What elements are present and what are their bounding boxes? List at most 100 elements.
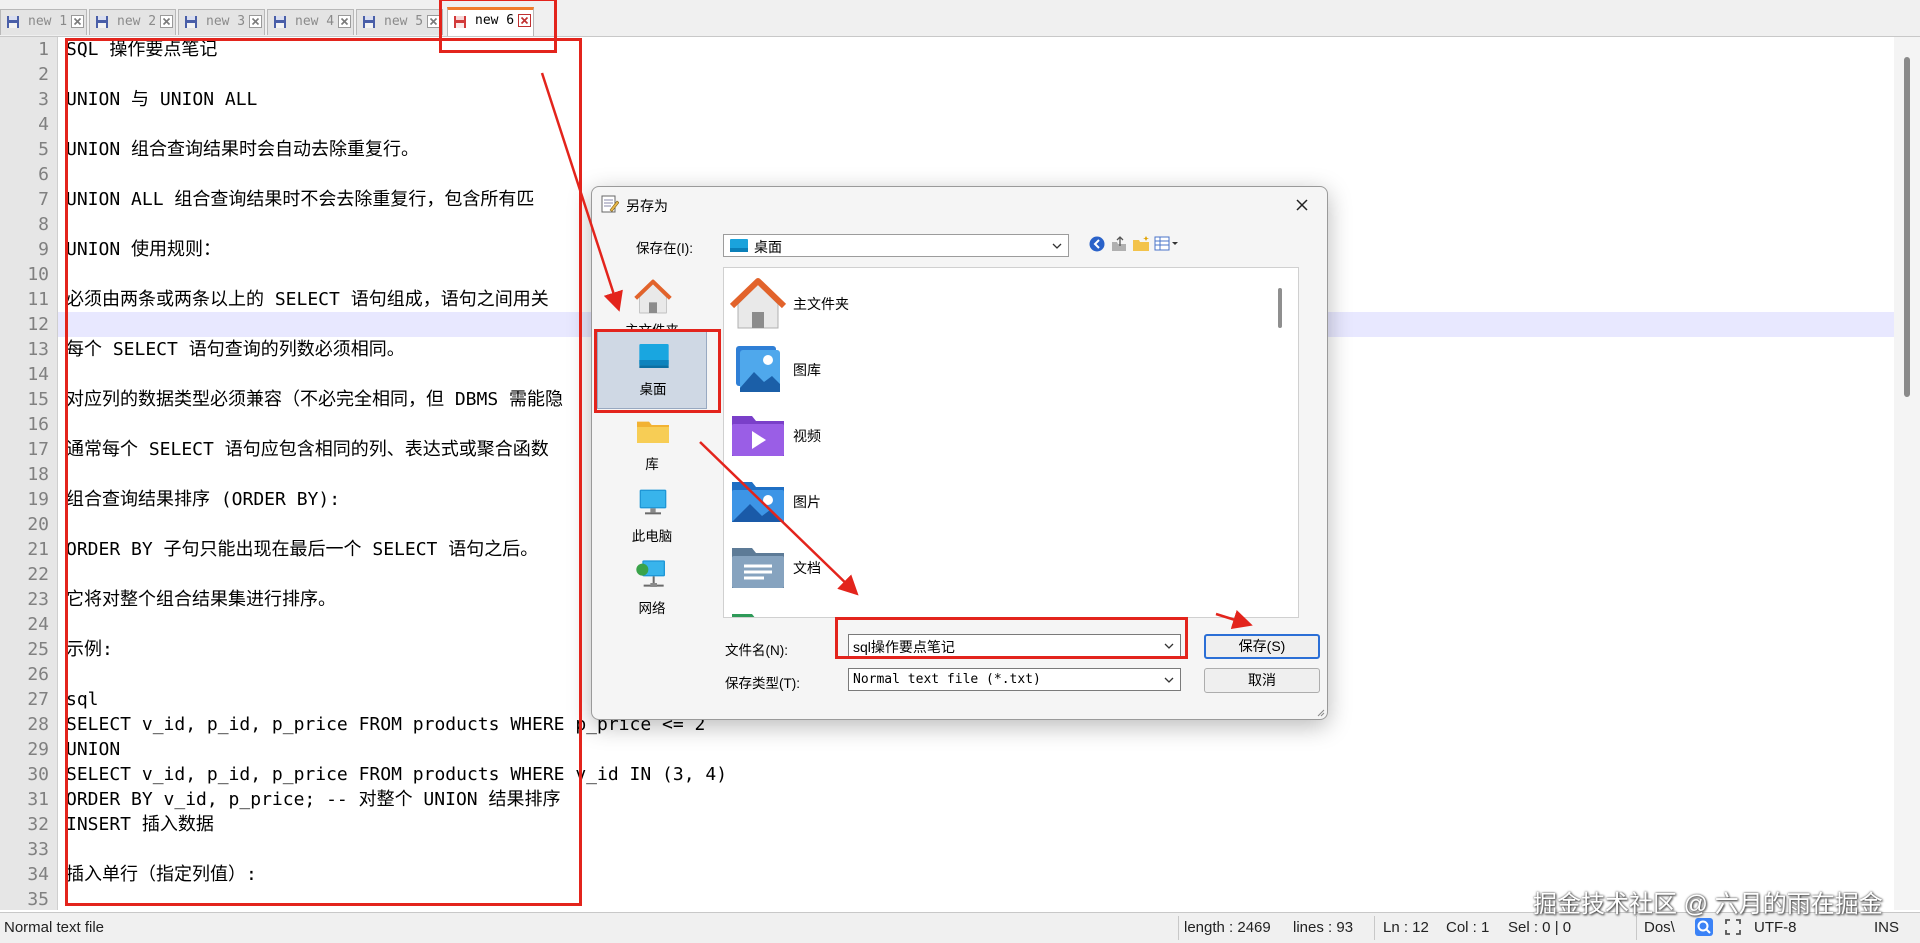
tab-label: new 3 — [206, 14, 246, 29]
line-number: 14 — [27, 364, 49, 385]
tab-new-5[interactable]: new 5 — [356, 9, 443, 35]
text-line[interactable]: UNION 组合查询结果时会自动去除重复行。 — [66, 137, 419, 162]
line-number: 25 — [27, 639, 49, 660]
text-line[interactable]: UNION ALL 组合查询结果时不会去除重复行，包含所有匹 — [66, 187, 534, 212]
file-label: 图片 — [793, 494, 821, 510]
text-line[interactable]: UNION — [66, 737, 120, 762]
back-icon[interactable] — [1088, 235, 1106, 253]
tab-new-3[interactable]: new 3 — [178, 9, 265, 35]
line-number: 10 — [27, 264, 49, 285]
file-label: 主文件夹 — [793, 296, 849, 312]
new-folder-icon[interactable] — [1132, 235, 1150, 253]
line-number: 20 — [27, 514, 49, 535]
file-list-item-partial[interactable] — [728, 604, 928, 617]
save-button[interactable]: 保存(S) — [1204, 634, 1320, 659]
line-number: 4 — [38, 114, 49, 135]
close-icon[interactable] — [1289, 192, 1315, 218]
library-folder-icon — [633, 411, 673, 451]
tab-new-2[interactable]: new 2 — [89, 9, 176, 35]
desktop-icon — [634, 336, 674, 376]
file-list-item[interactable]: 图库 — [728, 340, 928, 402]
cancel-button[interactable]: 取消 — [1204, 668, 1320, 693]
file-list-item[interactable]: 视频 — [728, 406, 928, 468]
file-list[interactable]: 主文件夹图库视频图片文档 — [723, 267, 1299, 618]
close-icon[interactable] — [160, 15, 173, 28]
status-encoding[interactable]: UTF-8 — [1754, 919, 1797, 936]
text-line[interactable]: SQL 操作要点笔记 — [66, 37, 217, 62]
close-icon[interactable] — [249, 15, 262, 28]
place-item[interactable]: 此电脑 — [597, 479, 707, 549]
file-label: 视频 — [793, 428, 821, 444]
file-list-item[interactable]: 图片 — [728, 472, 928, 534]
place-item[interactable]: 桌面 — [597, 331, 707, 409]
up-folder-icon[interactable] — [1110, 235, 1128, 253]
text-line[interactable]: 每个 SELECT 语句查询的列数必须相同。 — [66, 337, 405, 362]
line-number: 3 — [38, 89, 49, 110]
filename-value: sql操作要点笔记 — [853, 639, 955, 655]
tab-bar: new 1 new 2 new 3 new 4 new 5 new 6 — [0, 0, 1920, 37]
line-number: 26 — [27, 664, 49, 685]
chevron-down-icon[interactable] — [1164, 641, 1174, 651]
line-number: 29 — [27, 739, 49, 760]
line-number: 11 — [27, 289, 49, 310]
text-line[interactable]: 必须由两条或两条以上的 SELECT 语句组成，语句之间用关 — [66, 287, 549, 312]
filename-label: 文件名(N): — [725, 643, 788, 658]
close-icon[interactable] — [71, 15, 84, 28]
fullscreen-icon[interactable] — [1723, 917, 1743, 937]
text-line[interactable]: INSERT 插入数据 — [66, 812, 214, 837]
save-as-dialog: 另存为 保存在(I): 桌面 主文件夹桌面库此电脑网络 主文件夹图库视频图片文档… — [591, 186, 1328, 720]
status-separator — [1374, 916, 1375, 940]
tab-label: new 6 — [475, 13, 515, 28]
text-line[interactable]: 通常每个 SELECT 语句应包含相同的列、表达式或聚合函数 — [66, 437, 549, 462]
vertical-scrollbar[interactable] — [1894, 37, 1920, 910]
filetype-select[interactable]: Normal text file (*.txt) — [848, 668, 1181, 691]
desktop-icon — [730, 239, 748, 252]
text-line[interactable]: 插入单行（指定列值）: — [66, 862, 257, 887]
line-number: 19 — [27, 489, 49, 510]
documents-folder-icon — [728, 538, 788, 598]
file-list-scrollbar[interactable] — [1278, 288, 1282, 328]
chevron-down-icon — [1052, 243, 1062, 249]
tab-label: new 1 — [28, 14, 68, 29]
text-line[interactable]: UNION 与 UNION ALL — [66, 87, 257, 112]
tab-new-6[interactable]: new 6 — [447, 7, 534, 36]
text-line[interactable]: 对应列的数据类型必须兼容（不必完全相同，但 DBMS 需能隐 — [66, 387, 563, 412]
file-label: 图库 — [793, 362, 821, 378]
tab-new-4[interactable]: new 4 — [267, 9, 354, 35]
status-separator — [1636, 916, 1637, 940]
save-in-combo[interactable]: 桌面 — [723, 234, 1069, 257]
status-lines: lines : 93 — [1293, 919, 1354, 936]
status-eol[interactable]: Dos\ — [1644, 919, 1675, 936]
floppy-disk-icon — [7, 16, 19, 28]
file-list-item[interactable]: 主文件夹 — [728, 274, 928, 336]
status-insert-mode[interactable]: INS — [1874, 919, 1899, 936]
resize-grip-icon[interactable] — [1315, 707, 1325, 717]
close-icon[interactable] — [427, 15, 440, 28]
chevron-down-icon[interactable] — [1164, 675, 1174, 685]
close-icon[interactable] — [338, 15, 351, 28]
floppy-disk-icon — [363, 16, 375, 28]
text-line[interactable]: 它将对整个组合结果集进行排序。 — [66, 587, 336, 612]
search-icon[interactable] — [1694, 917, 1714, 937]
line-number: 17 — [27, 439, 49, 460]
text-line[interactable]: 组合查询结果排序 (ORDER BY): — [66, 487, 340, 512]
close-icon[interactable] — [518, 14, 531, 27]
scrollbar-thumb[interactable] — [1904, 57, 1910, 397]
place-item[interactable]: 库 — [597, 407, 707, 477]
view-menu-icon[interactable] — [1154, 235, 1180, 253]
text-line[interactable]: SELECT v_id, p_id, p_price FROM products… — [66, 762, 727, 787]
watermark: 掘金技术社区 @ 六月的雨在掘金 — [1533, 891, 1883, 918]
filename-input[interactable]: sql操作要点笔记 — [848, 634, 1181, 657]
place-label: 桌面 — [639, 382, 667, 397]
status-length: length : 2469 — [1184, 919, 1271, 936]
text-line[interactable]: ORDER BY v_id, p_price; -- 对整个 UNION 结果排… — [66, 787, 560, 812]
place-item[interactable]: 网络 — [597, 551, 707, 621]
text-line[interactable]: UNION 使用规则： — [66, 237, 221, 262]
tab-new-1[interactable]: new 1 — [0, 9, 87, 35]
line-number: 9 — [38, 239, 49, 260]
file-list-item[interactable]: 文档 — [728, 538, 928, 600]
home-icon — [633, 277, 673, 317]
text-line[interactable]: ORDER BY 子句只能出现在最后一个 SELECT 语句之后。 — [66, 537, 538, 562]
text-line[interactable]: sql — [66, 687, 99, 712]
text-line[interactable]: 示例: — [66, 637, 113, 662]
